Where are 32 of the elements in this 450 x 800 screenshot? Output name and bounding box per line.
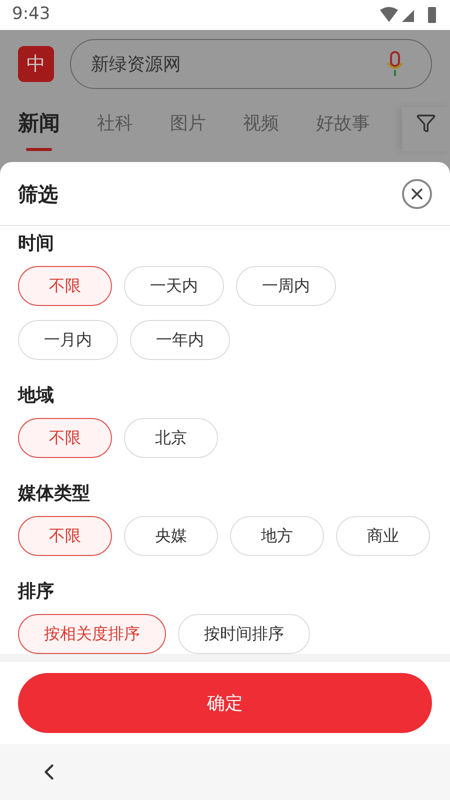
- filter-chip[interactable]: 一月内: [18, 320, 118, 360]
- filter-chip[interactable]: 一天内: [124, 266, 224, 306]
- filter-chip[interactable]: 按相关度排序: [18, 614, 166, 654]
- tab-indicator: [26, 148, 52, 151]
- filter-chip[interactable]: 一年内: [130, 320, 230, 360]
- section-title: 排序: [18, 580, 55, 604]
- section-title: 时间: [18, 232, 55, 256]
- sheet-title: 筛选: [18, 180, 58, 208]
- section-title: 地域: [18, 384, 55, 408]
- filter-chip[interactable]: 按时间排序: [178, 614, 310, 654]
- section-title: 媒体类型: [18, 482, 91, 506]
- filter-chip[interactable]: 不限: [18, 516, 112, 556]
- news-tab[interactable]: 图片: [170, 110, 206, 149]
- status-icons: [380, 6, 438, 24]
- news-tab[interactable]: 新闻: [18, 108, 60, 151]
- status-time: 9:43: [12, 3, 50, 26]
- microphone-icon[interactable]: [387, 51, 403, 77]
- filter-chip[interactable]: 商业: [336, 516, 430, 556]
- news-tab[interactable]: 好故事: [316, 110, 370, 149]
- news-tab[interactable]: 视频: [243, 110, 279, 149]
- confirm-button[interactable]: 确定: [18, 673, 432, 733]
- news-tab[interactable]: 社科: [97, 110, 133, 149]
- filter-chip[interactable]: 地方: [230, 516, 324, 556]
- filter-chip[interactable]: 北京: [124, 418, 218, 458]
- close-button[interactable]: [402, 178, 432, 208]
- filter-chip[interactable]: 不限: [18, 418, 112, 458]
- filter-chip[interactable]: 不限: [18, 266, 112, 306]
- search-field[interactable]: 新绿资源网: [70, 39, 432, 89]
- filter-chip[interactable]: 一周内: [236, 266, 336, 306]
- app-logo[interactable]: 中: [18, 46, 54, 82]
- filter-chip[interactable]: 央媒: [124, 516, 218, 556]
- filter-icon[interactable]: [416, 113, 436, 133]
